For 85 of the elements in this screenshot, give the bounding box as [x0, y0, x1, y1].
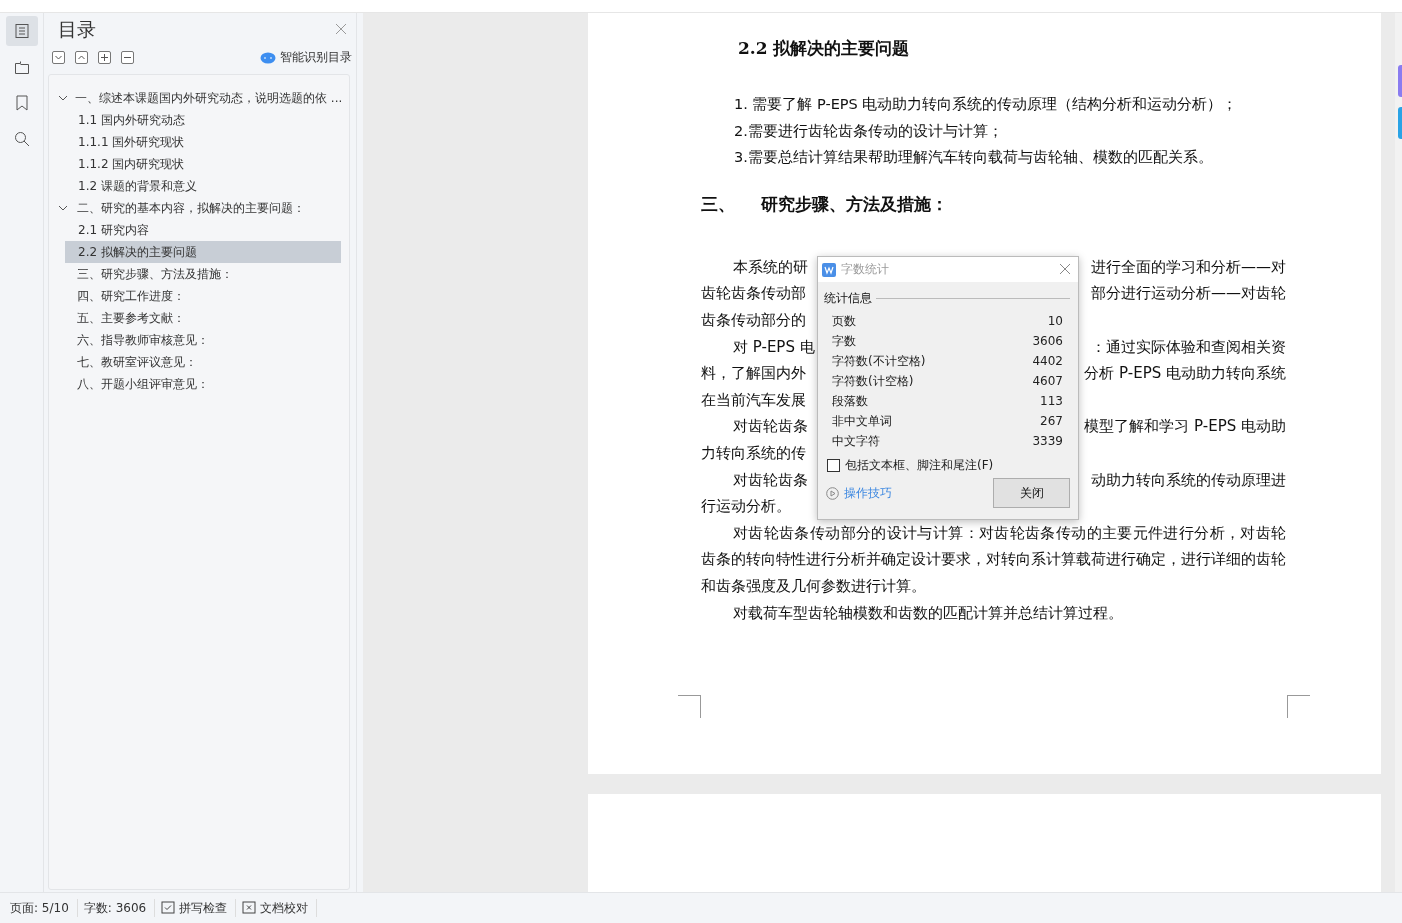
paragraph-text: 齿条传动部分的: [701, 309, 806, 331]
close-icon[interactable]: [1058, 262, 1072, 277]
stat-label: 字数: [832, 332, 856, 350]
include-checkbox[interactable]: 包括文本框、脚注和尾注(F): [827, 457, 1078, 474]
minus-button[interactable]: [121, 51, 134, 64]
close-icon[interactable]: [334, 23, 348, 37]
paragraph: 对齿轮齿条传动部分的设计与计算：对齿轮齿条传动的主要元件进行分析，对齿轮齿条的转向特性进行分析并确定设计要求，对转向系计算载荷进行确定，进行详细的齿轮和齿条强度及几何参数进行计算。: [701, 522, 1286, 597]
status-text: 页面: 5/10: [4, 899, 78, 917]
status-text: 字数: 3606: [77, 899, 156, 917]
chevron-up-icon: [77, 53, 86, 62]
sidebar-tab[interactable]: [5, 16, 38, 46]
checkbox-label: 包括文本框、脚注和尾注(F): [845, 457, 994, 474]
stat-label: 中文字符: [832, 432, 880, 450]
paragraph-text: 对齿轮齿条: [733, 469, 808, 491]
section-heading: 研究步骤、方法及措施：: [761, 192, 948, 216]
app-logo-icon: [822, 262, 836, 277]
stat-value: 4402: [1032, 354, 1063, 368]
toc-item[interactable]: 2.2 拟解决的主要问题: [65, 241, 341, 263]
bookmark-icon: [14, 95, 29, 111]
play-icon: [826, 486, 839, 500]
check-icon: [161, 901, 176, 915]
paragraph-text: 动助力转向系统的传动原理进: [1091, 469, 1286, 491]
plus-button[interactable]: [98, 51, 111, 64]
stat-label: 字符数(计空格): [832, 372, 914, 390]
search-icon: [13, 131, 30, 147]
paragraph-text: 进行全面的学习和分析——对: [1091, 256, 1286, 278]
stat-value: 267: [1040, 414, 1063, 428]
paragraph-text: 对齿轮齿条: [733, 416, 808, 438]
toc-item[interactable]: 五、主要参考文献：: [57, 307, 341, 329]
paragraph: 对载荷车型齿轮轴模数和齿数的匹配计算并总结计算过程。: [732, 602, 1124, 624]
toc-item[interactable]: 1.1.2 国内研究现状: [65, 153, 341, 175]
toc-item[interactable]: 六、指导教师审核意见：: [57, 329, 341, 351]
paragraph-text: 本系统的研: [733, 256, 808, 278]
stat-label: 段落数: [832, 392, 868, 410]
stat-label: 非中文单词: [832, 412, 892, 430]
stat-value: 3606: [1032, 334, 1063, 348]
stat-value: 113: [1040, 394, 1063, 408]
stat-label: 页数: [832, 312, 856, 330]
smart-toc-button[interactable]: 智能识别目录: [260, 49, 352, 66]
list-item: 1. 需要了解 P-EPS 电动助力转向系统的传动原理（结构分析和运动分析）；: [734, 95, 1239, 114]
paragraph-text: 力转向系统的传: [701, 442, 806, 464]
section-heading: 2.2 拟解决的主要问题: [738, 37, 911, 60]
toc-item[interactable]: 八、开题小组评审意见：: [57, 373, 341, 395]
crop-mark: [678, 695, 701, 718]
stat-value: 10: [1047, 314, 1063, 328]
expand-down-button[interactable]: [52, 51, 65, 64]
paragraph-text: 行运动分析。: [701, 496, 791, 518]
chevron-down-icon: [54, 53, 63, 62]
list-item: 2.需要进行齿轮齿条传动的设计与计算；: [734, 121, 1004, 141]
toc-item[interactable]: 2.1 研究内容: [65, 219, 341, 241]
robot-icon: [260, 51, 276, 64]
list-item: 3.需要总结计算结果帮助理解汽车转向载荷与齿轮轴、模数的匹配关系。: [734, 148, 1214, 168]
toc-icon: [13, 23, 30, 39]
proofread-icon: [242, 901, 257, 915]
stat-value: 4607: [1032, 374, 1063, 388]
toc-item[interactable]: 四、研究工作进度：: [57, 285, 341, 307]
status-button[interactable]: 拼写检查: [155, 899, 237, 917]
checkbox[interactable]: [827, 459, 840, 472]
stat-value: 3339: [1032, 434, 1063, 448]
toc-item[interactable]: 一、综述本课题国内外研究动态，说明选题的依 ...: [57, 87, 341, 109]
crop-mark: [1287, 695, 1310, 718]
paragraph-text: 齿轮齿条传动部: [701, 283, 806, 305]
paragraph-text: ：通过实际体验和查阅相关资: [1091, 336, 1286, 358]
paragraph-text: 分析 P-EPS 电动助力转向系统: [1084, 363, 1286, 385]
dialog-title: 字数统计: [841, 261, 890, 278]
plus-icon: [100, 53, 109, 62]
folder-icon: [13, 59, 30, 75]
toc-item[interactable]: 1.1.1 国外研究现状: [65, 131, 341, 153]
paragraph-text: 在当前汽车发展: [701, 389, 806, 411]
stat-label: 字符数(不计空格): [832, 352, 926, 370]
paragraph-text: 对 P-EPS 电: [733, 336, 815, 358]
toc-item[interactable]: 二、研究的基本内容，拟解决的主要问题：: [57, 197, 341, 219]
section-number: 三、: [701, 192, 735, 216]
paragraph-text: 料，了解国内外: [701, 363, 806, 385]
close-button[interactable]: 关闭: [993, 478, 1070, 508]
toc-item[interactable]: 1.1 国内外研究动态: [65, 109, 341, 131]
collapse-up-button[interactable]: [75, 51, 88, 64]
toc-item[interactable]: 三、研究步骤、方法及措施：: [57, 263, 341, 285]
toc-item[interactable]: 1.2 课题的背景和意义: [65, 175, 341, 197]
group-label: 统计信息: [824, 290, 872, 307]
toc-item[interactable]: 七、教研室评议意见：: [57, 351, 341, 373]
paragraph-text: 部分进行运动分析——对齿轮: [1091, 283, 1286, 305]
status-button[interactable]: 文档校对: [236, 899, 318, 917]
panel-title: 目录: [58, 17, 96, 42]
paragraph-text: 模型了解和学习 P-EPS 电动助: [1084, 416, 1286, 438]
